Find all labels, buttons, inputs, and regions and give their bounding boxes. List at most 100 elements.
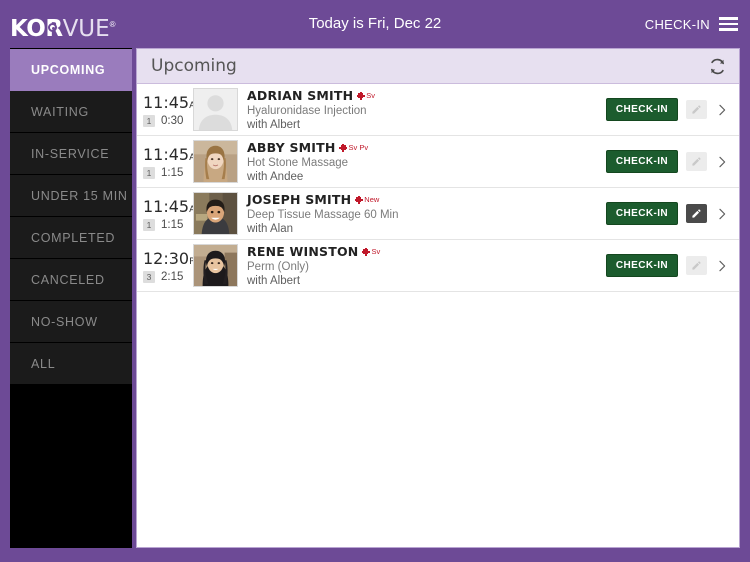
appointment-time: 11:45AM (143, 144, 203, 164)
appointment-list: 11:45AM 1 0:30 ADRIAN SMITH Sv Hyaluronidase … (137, 84, 739, 292)
tag-label: Sv (371, 247, 381, 256)
korvue-app: KOR VUE ® Today is Fri, Dec 22 CHECK-IN … (0, 0, 750, 562)
customer-name: ABBY SMITH (247, 140, 336, 155)
customer-tags: Sv Pv (339, 143, 369, 152)
appointment-time-block: 11:45AM 1 1:15 (137, 196, 203, 231)
today-date-label: Today is Fri, Dec 22 (308, 15, 442, 32)
top-bar: KOR VUE ® Today is Fri, Dec 22 CHECK-IN (0, 0, 750, 48)
content-panel: Upcoming 11:45AM 1 0:30 ADRIAN SMITH Sv Hyalu… (136, 48, 740, 548)
sidebar-item-canceled[interactable]: CANCELED (10, 259, 132, 301)
appointment-time: 11:45AM (143, 92, 203, 112)
customer-name: RENE WINSTON (247, 244, 359, 259)
page-title: Upcoming (151, 56, 237, 76)
row-actions: CHECK-IN (605, 202, 739, 225)
appointment-info: ADRIAN SMITH Sv Hyaluronidase Injection wit… (247, 88, 606, 131)
sidebar-item-all[interactable]: ALL (10, 343, 132, 385)
header-checkin-label[interactable]: CHECK-IN (645, 17, 710, 32)
appointment-time: 12:30PM (143, 248, 202, 268)
appointment-time-value: 11:45 (143, 196, 190, 216)
alert-marker-icon (356, 91, 365, 100)
customer-name-line: JOSEPH SMITH New (247, 192, 606, 207)
customer-tags: Sv (356, 91, 376, 100)
chevron-right-icon[interactable] (715, 155, 729, 169)
check-in-button[interactable]: CHECK-IN (605, 98, 678, 121)
sidebar-nav: UPCOMING WAITING IN-SERVICE UNDER 15 MIN COM… (10, 48, 132, 548)
avatar (193, 140, 238, 183)
tag-label: New (364, 195, 380, 204)
provider-name: with Alan (247, 223, 294, 235)
appointment-duration: 2:15 (161, 270, 184, 283)
row-actions: CHECK-IN (605, 98, 739, 121)
customer-name-line: ADRIAN SMITH Sv (247, 88, 606, 103)
appointment-row[interactable]: 11:45AM 1 0:30 ADRIAN SMITH Sv Hyaluronidase … (137, 84, 739, 136)
sidebar-item-under-15-min[interactable]: UNDER 15 MIN (10, 175, 132, 217)
provider-name: with Albert (247, 275, 301, 287)
edit-button[interactable] (686, 204, 707, 223)
tag-label: Sv Pv (348, 143, 369, 152)
customer-name: ADRIAN SMITH (247, 88, 354, 103)
pencil-icon (692, 157, 701, 166)
sidebar-item-in-service[interactable]: IN-SERVICE (10, 133, 132, 175)
customer-name: JOSEPH SMITH (247, 192, 352, 207)
appointment-time-value: 12:30 (143, 248, 190, 268)
tag-label: Sv (366, 91, 376, 100)
check-in-button[interactable]: CHECK-IN (605, 150, 678, 173)
chevron-right-icon[interactable] (715, 259, 729, 273)
customer-tags: New (354, 195, 380, 204)
edit-button (686, 100, 707, 119)
appointment-info: JOSEPH SMITH New Deep Tissue Massage 60 Mi… (247, 192, 606, 235)
appointment-time-value: 11:45 (143, 144, 190, 164)
service-name: Hot Stone Massage (247, 157, 349, 169)
appointment-info: ABBY SMITH Sv Pv Hot Stone Massage with And… (247, 140, 606, 183)
avatar (193, 192, 238, 235)
pencil-icon (692, 105, 701, 114)
edit-button (686, 256, 707, 275)
sidebar-item-upcoming[interactable]: UPCOMING (10, 49, 132, 91)
row-actions: CHECK-IN (605, 254, 739, 277)
sidebar-item-waiting[interactable]: WAITING (10, 91, 132, 133)
alert-marker-icon (339, 143, 348, 152)
refresh-icon[interactable] (709, 58, 726, 75)
appointment-meta: 3 2:15 (143, 270, 193, 283)
appointment-count-badge: 3 (143, 270, 155, 283)
sidebar-item-no-show[interactable]: NO-SHOW (10, 301, 132, 343)
appointment-count-badge: 1 (143, 114, 155, 127)
appointment-row[interactable]: 11:45AM 1 1:15 ABBY SMITH Sv Pv Hot Stone Mas… (137, 136, 739, 188)
customer-name-line: ABBY SMITH Sv Pv (247, 140, 606, 155)
appointment-time: 11:45AM (143, 196, 203, 216)
appointment-time-block: 12:30PM 3 2:15 (137, 248, 202, 283)
appointment-row[interactable]: 12:30PM 3 2:15 RENE WINSTON Sv Perm (Only) wit… (137, 240, 739, 292)
sidebar-item-completed[interactable]: COMPLETED (10, 217, 132, 259)
customer-name-line: RENE WINSTON Sv (247, 244, 606, 259)
content-header: Upcoming (137, 49, 739, 84)
hamburger-menu-icon[interactable] (719, 17, 738, 31)
appointment-duration: 1:15 (161, 166, 184, 179)
appointment-duration: 0:30 (161, 114, 184, 127)
appointment-meta: 1 1:15 (143, 166, 193, 179)
service-name: Hyaluronidase Injection (247, 105, 367, 117)
appointment-count-badge: 1 (143, 166, 155, 179)
edit-button (686, 152, 707, 171)
alert-marker-icon (354, 195, 363, 204)
chevron-right-icon[interactable] (715, 103, 729, 117)
header-checkin-menu[interactable]: CHECK-IN (645, 0, 738, 48)
provider-name: with Andee (247, 171, 304, 183)
provider-name: with Albert (247, 119, 301, 131)
chevron-right-icon[interactable] (715, 207, 729, 221)
check-in-button[interactable]: CHECK-IN (605, 254, 678, 277)
appointment-meta: 1 0:30 (143, 114, 193, 127)
pencil-icon (692, 261, 701, 270)
appointment-info: RENE WINSTON Sv Perm (Only) with Albert (247, 244, 606, 287)
appointment-row[interactable]: 11:45AM 1 1:15 JOSEPH SMITH New Deep Tissue M… (137, 188, 739, 240)
appointment-time-block: 11:45AM 1 1:15 (137, 144, 203, 179)
appointment-time-value: 11:45 (143, 92, 190, 112)
appointment-duration: 1:15 (161, 218, 184, 231)
appointment-count-badge: 1 (143, 218, 155, 231)
pencil-icon (692, 209, 701, 218)
appointment-time-block: 11:45AM 1 0:30 (137, 92, 203, 127)
customer-tags: Sv (361, 247, 381, 256)
alert-marker-icon (361, 247, 370, 256)
service-name: Deep Tissue Massage 60 Min (247, 209, 399, 221)
check-in-button[interactable]: CHECK-IN (605, 202, 678, 225)
appointment-meta: 1 1:15 (143, 218, 193, 231)
